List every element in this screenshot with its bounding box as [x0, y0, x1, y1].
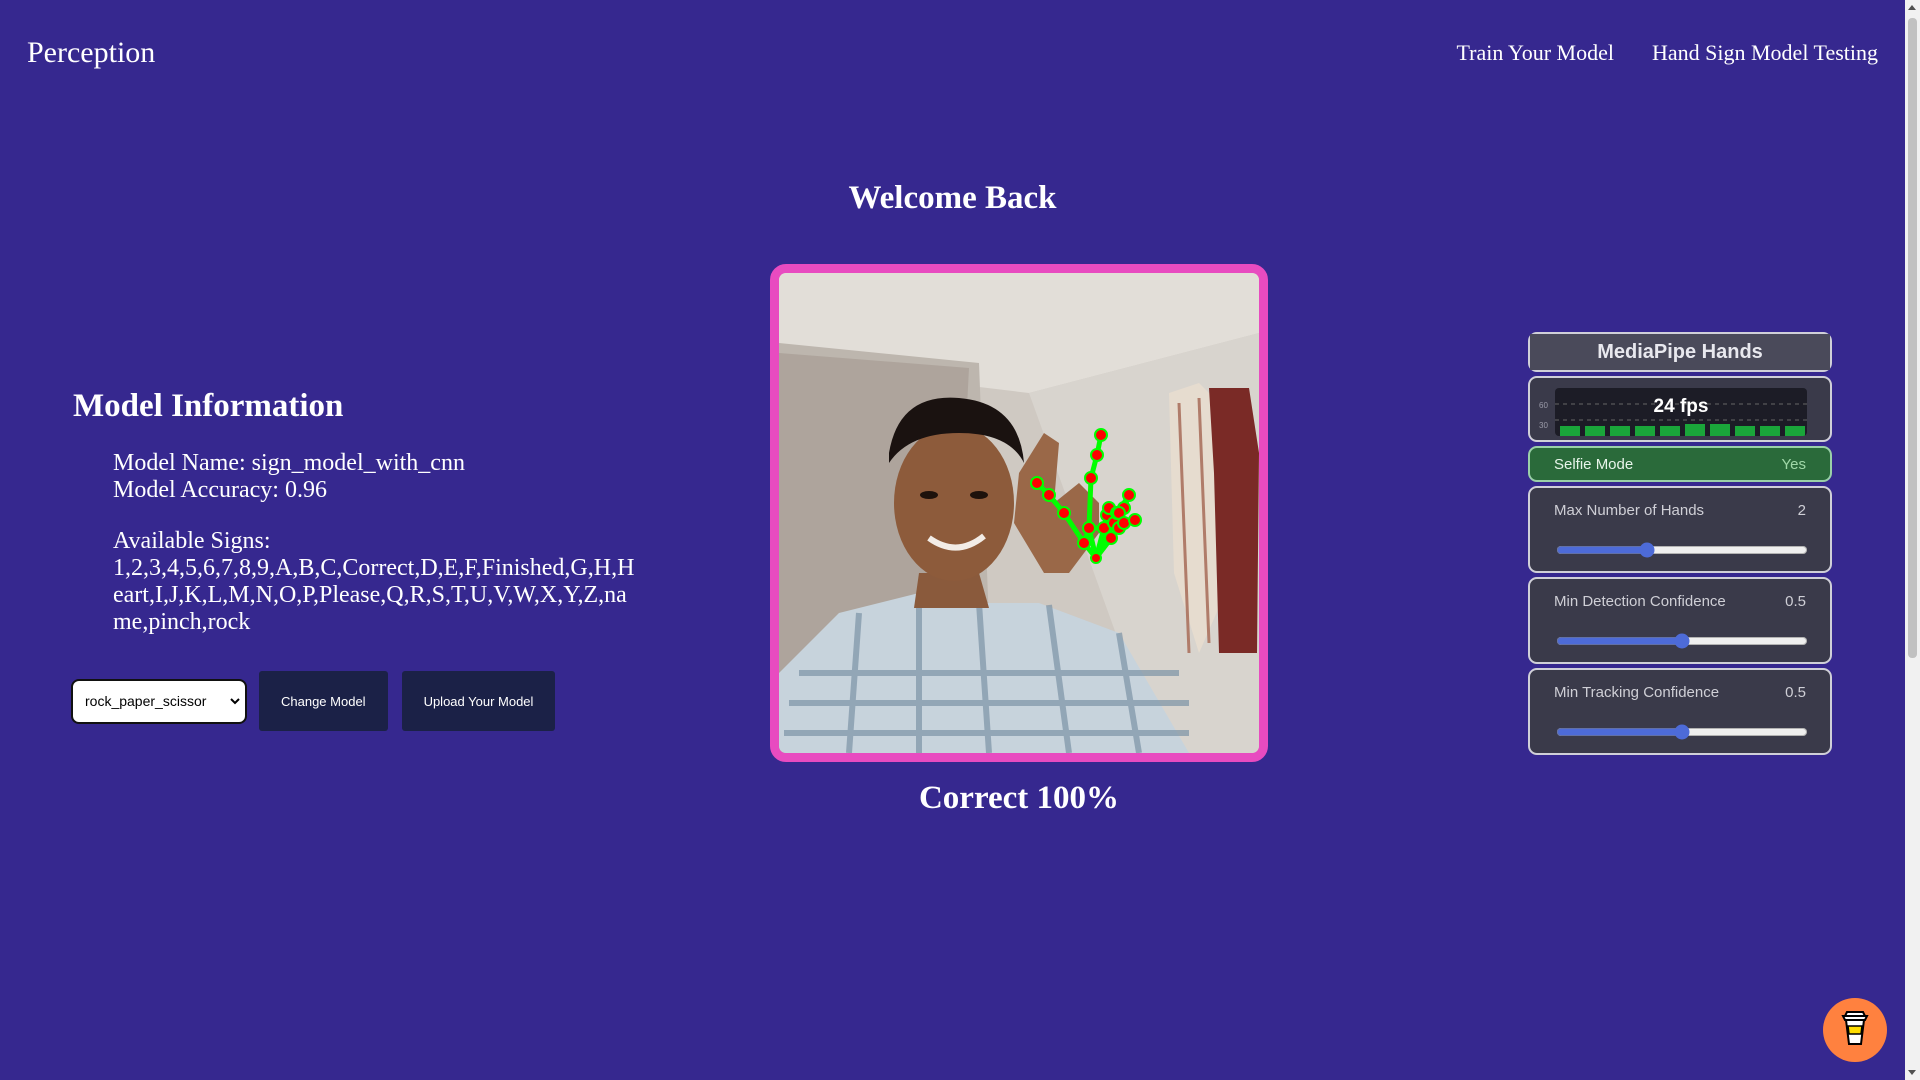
tracking-confidence-card: Min Tracking Confidence 0.5 — [1528, 668, 1832, 755]
fps-graph: 24 fps — [1555, 388, 1807, 436]
model-select[interactable]: rock_paper_scissor — [73, 680, 245, 722]
upload-model-button[interactable]: Upload Your Model — [401, 671, 556, 731]
page-scrollbar[interactable] — [1905, 0, 1920, 1080]
scroll-up-icon[interactable] — [1908, 5, 1916, 10]
nav-train-model[interactable]: Train Your Model — [1456, 40, 1614, 66]
model-info-body: Model Name: sign_model_with_cnn Model Ac… — [113, 450, 638, 636]
welcome-heading: Welcome Back — [848, 180, 1057, 216]
mediapipe-title: MediaPipe Hands — [1530, 334, 1830, 370]
tracking-confidence-value: 0.5 — [1785, 684, 1806, 701]
detection-confidence-card: Min Detection Confidence 0.5 — [1528, 577, 1832, 664]
fps-scale-low: 30 — [1539, 421, 1548, 430]
webcam-feed — [770, 264, 1268, 762]
fps-scale-high: 60 — [1539, 401, 1548, 410]
fps-meter: 24 fps 60 30 — [1528, 376, 1832, 442]
tracking-confidence-label: Min Tracking Confidence — [1554, 684, 1720, 701]
fps-value: 24 fps — [1653, 396, 1709, 417]
tracking-confidence-slider[interactable] — [1556, 724, 1808, 740]
prediction-result: Correct 100% — [918, 780, 1120, 816]
max-hands-label: Max Number of Hands — [1554, 502, 1705, 519]
max-hands-slider[interactable] — [1556, 542, 1808, 558]
selfie-mode-toggle[interactable]: Selfie Mode Yes — [1528, 446, 1832, 482]
scrollbar-thumb[interactable] — [1908, 18, 1917, 658]
change-model-button[interactable]: Change Model — [259, 671, 388, 731]
scroll-down-icon[interactable] — [1908, 1070, 1916, 1075]
nav-hand-sign-testing[interactable]: Hand Sign Model Testing — [1652, 40, 1878, 66]
brand-logo[interactable]: Perception — [27, 36, 155, 70]
available-signs-list: 1,2,3,4,5,6,7,8,9,A,B,C,Correct,D,E,F,Fi… — [113, 555, 635, 635]
coffee-cup-icon — [1840, 1010, 1870, 1050]
mediapipe-title-card: MediaPipe Hands — [1528, 332, 1832, 372]
max-hands-slider-card: Max Number of Hands 2 — [1528, 486, 1832, 573]
fps-scale: 60 30 — [1539, 396, 1548, 436]
buy-me-coffee-button[interactable] — [1823, 998, 1887, 1062]
available-signs-label: Available Signs: — [113, 528, 271, 554]
model-controls: rock_paper_scissor Change Model Upload Y… — [73, 671, 556, 731]
model-info-title: Model Information — [73, 388, 344, 424]
detection-confidence-value: 0.5 — [1785, 593, 1806, 610]
mediapipe-panel: MediaPipe Hands 24 fps 60 30 Selfie Mode — [1528, 332, 1832, 759]
detection-confidence-slider[interactable] — [1556, 633, 1808, 649]
detection-confidence-label: Min Detection Confidence — [1554, 593, 1726, 610]
selfie-mode-value: Yes — [1781, 455, 1806, 473]
max-hands-value: 2 — [1797, 502, 1806, 519]
selfie-mode-label: Selfie Mode — [1554, 455, 1634, 473]
webcam-image — [779, 273, 1259, 753]
model-name: Model Name: sign_model_with_cnn — [113, 450, 465, 476]
model-accuracy: Model Accuracy: 0.96 — [113, 477, 327, 503]
top-nav: Train Your Model Hand Sign Model Testing — [1456, 40, 1878, 66]
